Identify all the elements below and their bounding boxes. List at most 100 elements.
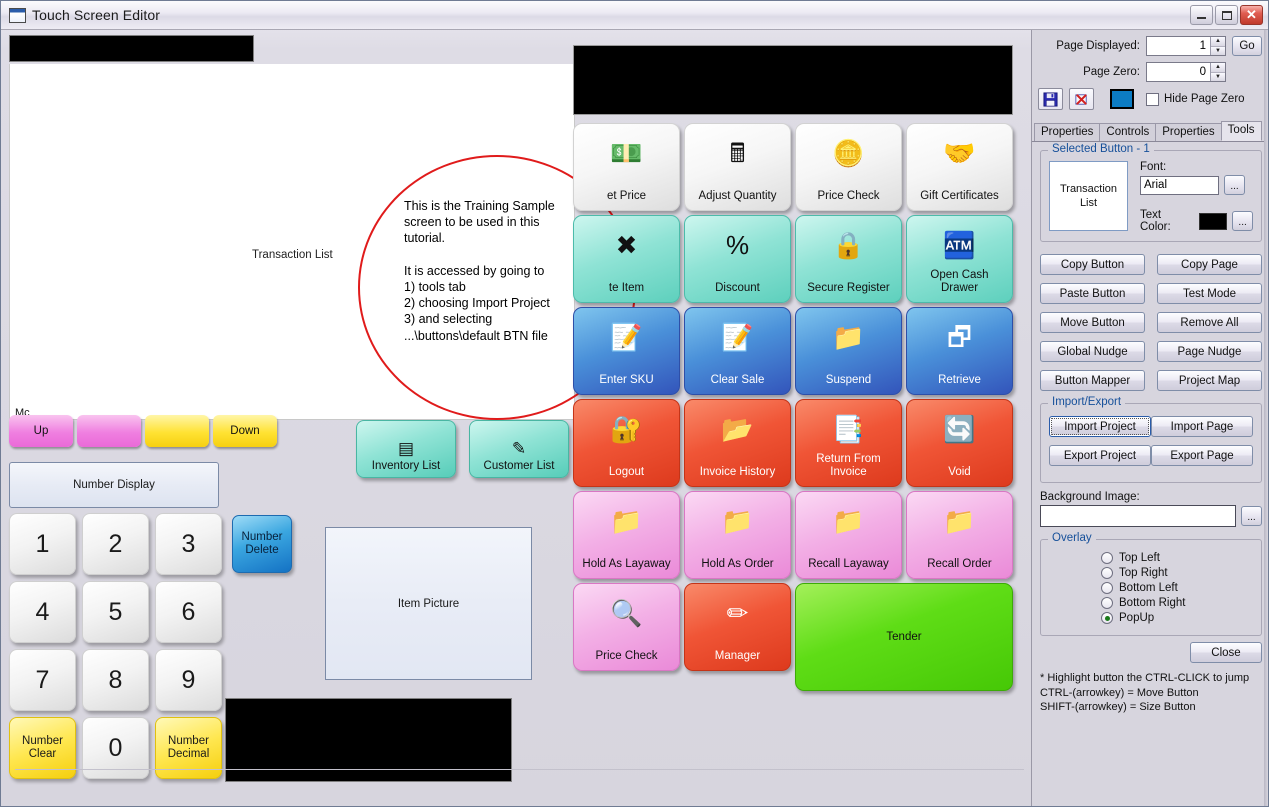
- pos-button-manager[interactable]: ✏ Manager: [684, 583, 791, 671]
- spin-up-icon[interactable]: ▲: [1211, 37, 1225, 47]
- overlay-option-popup[interactable]: PopUp: [1049, 612, 1253, 624]
- hide-page-zero-checkbox[interactable]: [1146, 92, 1159, 106]
- pos-button-discount[interactable]: % Discount: [684, 215, 791, 303]
- import-project-button[interactable]: Import Project: [1049, 416, 1151, 437]
- pos-button-logout[interactable]: 🔐 Logout: [573, 399, 680, 487]
- keypad-key-3[interactable]: 3: [155, 513, 222, 575]
- pos-button-hold-as-order[interactable]: 📁 Hold As Order: [684, 491, 791, 579]
- list-button-customer-list[interactable]: ✎ Customer List: [469, 420, 569, 478]
- text-color-swatch[interactable]: [1199, 212, 1228, 230]
- radio-icon[interactable]: [1101, 567, 1113, 579]
- list-button-inventory-list[interactable]: ▤ Inventory List: [356, 420, 456, 478]
- overlay-option-bottom-right[interactable]: Bottom Right: [1049, 597, 1253, 609]
- keypad-key-9[interactable]: 9: [155, 649, 222, 711]
- page-zero-spin-buttons[interactable]: ▲ ▼: [1210, 63, 1225, 81]
- pos-button-void[interactable]: 🔄 Void: [906, 399, 1013, 487]
- page-displayed-spin-buttons[interactable]: ▲ ▼: [1210, 37, 1225, 55]
- overlay-option-bottom-left[interactable]: Bottom Left: [1049, 582, 1253, 594]
- save-button[interactable]: [1038, 88, 1063, 110]
- pos-button-hold-as-layaway[interactable]: 📁 Hold As Layaway: [573, 491, 680, 579]
- pos-button-invoice-history[interactable]: 📂 Invoice History: [684, 399, 791, 487]
- page-displayed-spinner[interactable]: ▲ ▼: [1146, 36, 1226, 56]
- project-map-button[interactable]: Project Map: [1157, 370, 1262, 391]
- go-button[interactable]: Go: [1232, 36, 1262, 56]
- pos-button-secure-register[interactable]: 🔒 Secure Register: [795, 215, 902, 303]
- keypad-key-1[interactable]: 1: [9, 513, 76, 575]
- color-swatch[interactable]: [1110, 89, 1134, 109]
- tab-tools-3[interactable]: Tools: [1220, 121, 1262, 141]
- test-mode-button[interactable]: Test Mode: [1157, 283, 1262, 304]
- pos-button-open-cash-drawer[interactable]: 🏧 Open Cash Drawer: [906, 215, 1013, 303]
- updown-button-1[interactable]: [77, 415, 141, 447]
- pos-button-te-item[interactable]: ✖ te Item: [573, 215, 680, 303]
- global-nudge-button[interactable]: Global Nudge: [1040, 341, 1145, 362]
- pos-display-black-bar[interactable]: [573, 45, 1013, 115]
- pos-button-recall-layaway[interactable]: 📁 Recall Layaway: [795, 491, 902, 579]
- keypad-key-6[interactable]: 6: [155, 581, 222, 643]
- pos-button-tender[interactable]: Tender: [795, 583, 1013, 691]
- keypad-key-7[interactable]: 7: [9, 649, 76, 711]
- page-nudge-button[interactable]: Page Nudge: [1157, 341, 1262, 362]
- keypad-key-5[interactable]: 5: [82, 581, 149, 643]
- radio-icon[interactable]: [1101, 582, 1113, 594]
- page-displayed-input[interactable]: [1147, 37, 1210, 55]
- pos-button-return-from-invoice[interactable]: 📑 Return From Invoice: [795, 399, 902, 487]
- background-image-browse-button[interactable]: ...: [1241, 506, 1262, 526]
- button-mapper-button[interactable]: Button Mapper: [1040, 370, 1145, 391]
- copy-page-button[interactable]: Copy Page: [1157, 254, 1262, 275]
- pos-button-price-check[interactable]: 🔍 Price Check: [573, 583, 680, 671]
- window-scroll-edge[interactable]: [1264, 30, 1268, 806]
- import-page-button[interactable]: Import Page: [1151, 416, 1253, 437]
- number-delete-button[interactable]: Number Delete: [232, 515, 292, 573]
- spin-down-icon[interactable]: ▼: [1211, 46, 1225, 55]
- pos-button-gift-certificates[interactable]: 🤝 Gift Certificates: [906, 123, 1013, 211]
- keypad-key-4[interactable]: 4: [9, 581, 76, 643]
- font-browse-button[interactable]: ...: [1224, 175, 1245, 195]
- pos-button-retrieve[interactable]: 🗗 Retrieve: [906, 307, 1013, 395]
- text-color-browse-button[interactable]: ...: [1232, 211, 1253, 231]
- overlay-option-top-left[interactable]: Top Left: [1049, 552, 1253, 564]
- item-picture-panel[interactable]: Item Picture: [325, 527, 532, 680]
- tab-controls-1[interactable]: Controls: [1099, 123, 1157, 141]
- close-button[interactable]: ✕: [1240, 5, 1263, 25]
- export-project-button[interactable]: Export Project: [1049, 445, 1151, 466]
- keypad-key-8[interactable]: 8: [82, 649, 149, 711]
- close-panel-button[interactable]: Close: [1190, 642, 1262, 663]
- minimize-button[interactable]: [1190, 5, 1213, 25]
- pos-button-recall-order[interactable]: 📁 Recall Order: [906, 491, 1013, 579]
- copy-button-button[interactable]: Copy Button: [1040, 254, 1145, 275]
- maximize-button[interactable]: [1215, 5, 1238, 25]
- number-display-field[interactable]: Number Display: [9, 462, 219, 508]
- tab-properties-0[interactable]: Properties: [1034, 123, 1101, 141]
- radio-icon[interactable]: [1101, 597, 1113, 609]
- hide-page-zero-row[interactable]: Hide Page Zero: [1146, 92, 1245, 106]
- spin-down-icon[interactable]: ▼: [1211, 72, 1225, 81]
- pos-button-clear-sale[interactable]: 📝 Clear Sale: [684, 307, 791, 395]
- radio-icon[interactable]: [1101, 612, 1113, 624]
- keypad-key-2[interactable]: 2: [82, 513, 149, 575]
- pos-button-et-price[interactable]: 💵 et Price: [573, 123, 680, 211]
- spin-up-icon[interactable]: ▲: [1211, 63, 1225, 73]
- font-input[interactable]: [1140, 175, 1219, 195]
- pos-button-price-check[interactable]: 🪙 Price Check: [795, 123, 902, 211]
- overlay-option-top-right[interactable]: Top Right: [1049, 567, 1253, 579]
- top-black-display-panel[interactable]: [9, 35, 254, 62]
- tab-properties-2[interactable]: Properties: [1155, 123, 1222, 141]
- updown-button-2[interactable]: [145, 415, 209, 447]
- export-page-button[interactable]: Export Page: [1151, 445, 1253, 466]
- radio-icon[interactable]: [1101, 552, 1113, 564]
- page-zero-input[interactable]: [1147, 63, 1210, 81]
- selected-button-preview[interactable]: Transaction List: [1049, 161, 1128, 231]
- remove-all-button[interactable]: Remove All: [1157, 312, 1262, 333]
- pos-button-enter-sku[interactable]: 📝 Enter SKU: [573, 307, 680, 395]
- delete-button[interactable]: [1069, 88, 1094, 110]
- paste-button-button[interactable]: Paste Button: [1040, 283, 1145, 304]
- page-zero-spinner[interactable]: ▲ ▼: [1146, 62, 1226, 82]
- pos-button-adjust-quantity[interactable]: 🖩 Adjust Quantity: [684, 123, 791, 211]
- font-label: Font:: [1140, 161, 1167, 173]
- move-button-button[interactable]: Move Button: [1040, 312, 1145, 333]
- updown-button-0[interactable]: Up: [9, 415, 73, 447]
- updown-button-3[interactable]: Down: [213, 415, 277, 447]
- background-image-input[interactable]: [1040, 505, 1236, 527]
- pos-button-suspend[interactable]: 📁 Suspend: [795, 307, 902, 395]
